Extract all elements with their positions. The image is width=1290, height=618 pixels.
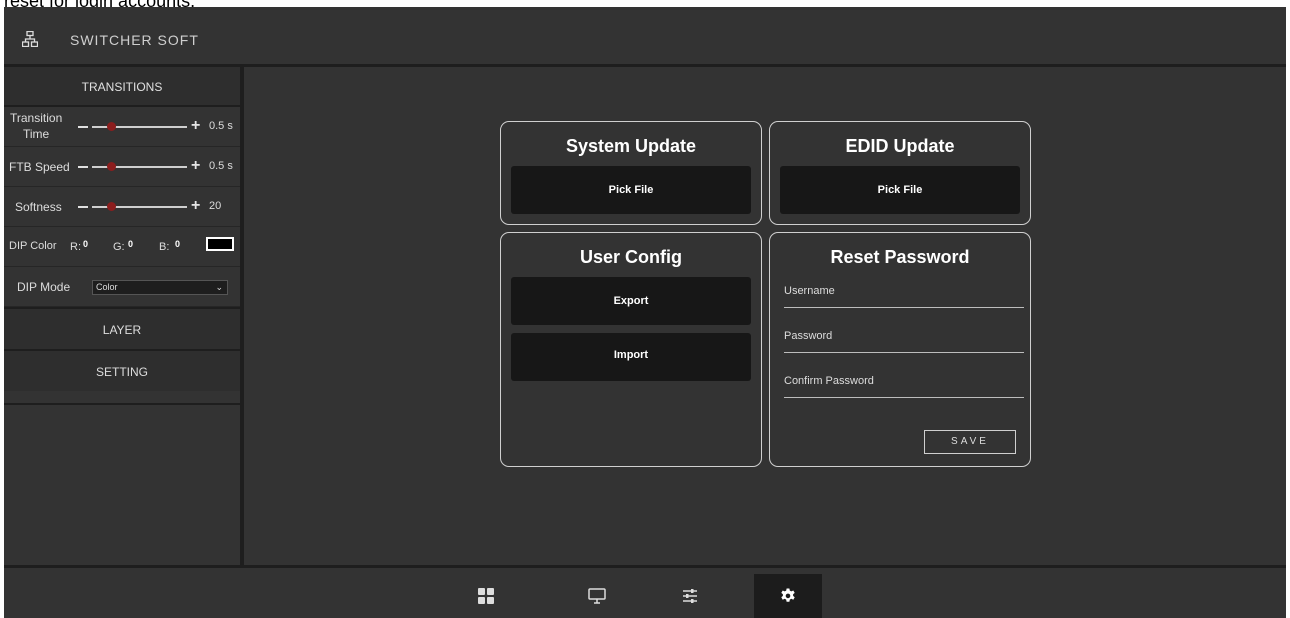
dip-r-input[interactable]: 0 (83, 239, 88, 249)
transition-time-label: Transition Time (10, 111, 63, 141)
gear-icon (781, 588, 795, 602)
dip-mode-control: DIP Mode Color ⌄ (4, 267, 240, 307)
edid-update-title: EDID Update (845, 136, 955, 156)
sidebar-empty-area (4, 403, 240, 569)
dip-color-control: DIP Color R: 0 G: 0 B: 0 (4, 227, 240, 267)
softness-plus-button[interactable]: + (191, 197, 200, 215)
tab-setting[interactable]: SETTING (4, 349, 240, 391)
system-update-title: System Update (565, 136, 697, 156)
softness-slider-knob[interactable] (107, 202, 116, 211)
ftb-speed-value: 0.5 s (209, 160, 233, 172)
softness-label: Softness (15, 200, 62, 214)
dip-mode-selected: Color (96, 282, 118, 292)
app-title: SWITCHER SOFT (70, 32, 199, 48)
grid-icon (478, 588, 494, 604)
save-button[interactable]: SAVE (924, 430, 1016, 454)
nav-display[interactable] (562, 574, 630, 618)
confirm-password-field[interactable]: Confirm Password (784, 375, 1024, 398)
dip-mode-select[interactable]: Color ⌄ (92, 280, 228, 295)
transition-time-plus-button[interactable]: + (191, 117, 200, 135)
edid-update-card: EDID Update Pick File (769, 121, 1031, 225)
bottom-nav (4, 565, 1286, 618)
main-panel: System Update Pick File EDID Update Pick… (244, 67, 1286, 567)
reset-password-card: Reset Password Username Password Confirm… (769, 232, 1031, 467)
system-update-card: System Update Pick File (500, 121, 762, 225)
tab-transitions[interactable]: TRANSITIONS (4, 67, 240, 107)
transition-time-minus-button[interactable] (78, 126, 88, 128)
dip-b-input[interactable]: 0 (175, 239, 180, 249)
dip-g-input[interactable]: 0 (128, 239, 133, 249)
tab-layer[interactable]: LAYER (4, 307, 240, 349)
password-field[interactable]: Password (784, 330, 1024, 353)
nav-dashboard[interactable] (452, 574, 520, 618)
transition-time-value: 0.5 s (209, 120, 233, 132)
softness-value: 20 (209, 200, 222, 212)
ftb-speed-slider-knob[interactable] (107, 162, 116, 171)
system-update-pick-file-button[interactable]: Pick File (511, 166, 751, 214)
nav-adjustments[interactable] (656, 574, 724, 618)
transition-time-control: Transition Time + 0.5 s (4, 107, 240, 147)
dip-color-label: DIP Color (9, 240, 57, 252)
username-field[interactable]: Username (784, 285, 1024, 308)
import-button[interactable]: Import (511, 333, 751, 381)
network-icon (22, 31, 38, 47)
monitor-icon (588, 588, 606, 604)
edid-update-pick-file-button[interactable]: Pick File (780, 166, 1020, 214)
reset-password-title: Reset Password (830, 247, 970, 267)
dip-g-label: G: (113, 241, 125, 253)
user-config-card: User Config Export Import (500, 232, 762, 467)
top-bar: SWITCHER SOFT (4, 7, 1286, 67)
softness-control: Softness + 20 (4, 187, 240, 227)
nav-settings[interactable] (754, 574, 822, 618)
ftb-speed-minus-button[interactable] (78, 166, 88, 168)
export-button[interactable]: Export (511, 277, 751, 325)
ftb-speed-plus-button[interactable]: + (191, 157, 200, 175)
ftb-speed-control: FTB Speed + 0.5 s (4, 147, 240, 187)
dip-b-label: B: (159, 241, 170, 253)
app-window: SWITCHER SOFT TRANSITIONS Transition Tim… (4, 7, 1286, 618)
transition-time-slider-knob[interactable] (107, 122, 116, 131)
dip-color-swatch[interactable] (206, 237, 234, 251)
dip-r-label: R: (70, 241, 81, 253)
chevron-down-icon: ⌄ (215, 282, 223, 292)
sliders-icon (683, 589, 697, 603)
user-config-title: User Config (579, 247, 682, 267)
ftb-speed-label: FTB Speed (9, 160, 70, 174)
softness-minus-button[interactable] (78, 206, 88, 208)
dip-mode-label: DIP Mode (17, 280, 71, 294)
sidebar: TRANSITIONS Transition Time + 0.5 s FTB … (4, 67, 244, 569)
